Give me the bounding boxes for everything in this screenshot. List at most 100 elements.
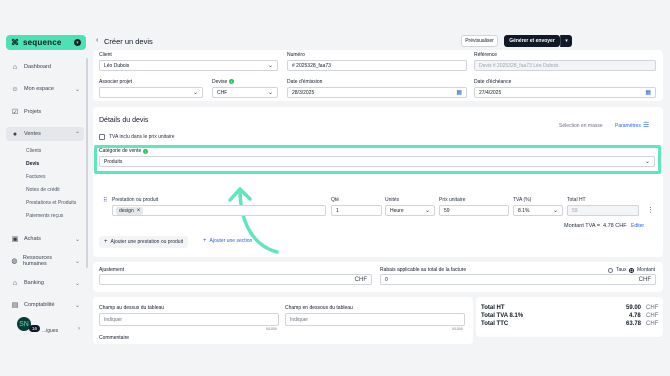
- prix-input[interactable]: 59: [439, 205, 509, 216]
- rabais-label: Rabais applicable au total de la facture: [380, 267, 467, 273]
- champ-dessous-textarea[interactable]: Indiquer: [285, 313, 465, 326]
- champ-dessus-textarea[interactable]: Indiquer: [99, 313, 279, 326]
- sidebar-subitem-devis[interactable]: Devis: [26, 161, 39, 167]
- unite-select[interactable]: Heure ⌄: [385, 205, 435, 216]
- sidebar-item-label: Banking: [24, 280, 44, 286]
- parameters-link[interactable]: Paramètres: [615, 123, 641, 129]
- montant-label: Montant: [637, 267, 656, 273]
- sidebar-item-projets[interactable]: ☑ Projets: [6, 105, 84, 119]
- client-select[interactable]: Léo Dubois ⌄: [99, 60, 278, 71]
- more-options-chevron-icon[interactable]: ▾: [560, 35, 572, 47]
- sidebar-item-label: Achats: [24, 236, 41, 242]
- tva-inclusive-checkbox[interactable]: TVA inclu dans le prix unitaire: [99, 134, 175, 140]
- radio-selected-icon[interactable]: [629, 267, 634, 273]
- sidebar-item-rh[interactable]: ◍ Ressources humaines ⌄: [6, 254, 84, 268]
- calendar-icon[interactable]: ▦: [456, 89, 462, 96]
- money-bag-icon: ●: [12, 130, 18, 138]
- ajustement-input[interactable]: CHF: [99, 274, 372, 285]
- reference-value: Devis # 2025328_faa73 Léo Dubois: [479, 62, 559, 69]
- calendar-icon[interactable]: ▦: [645, 89, 651, 96]
- preview-button[interactable]: Prévisualiser: [461, 35, 498, 47]
- qte-input[interactable]: 1: [331, 205, 382, 216]
- menu-lines-icon[interactable]: ☰: [643, 121, 649, 129]
- sidebar-item-ventes[interactable]: ● Ventes ⌃: [6, 127, 84, 141]
- sidebar: ⌘ sequence ▾ ⌂ Dashboard ☺ Mon espace ⌄ …: [0, 0, 89, 376]
- add-section-link[interactable]: + Ajouter une section: [203, 238, 252, 244]
- sidebar-subitem-paiements[interactable]: Paiements reçus: [26, 213, 63, 219]
- tva-select[interactable]: 8.1% ⌄: [513, 205, 563, 216]
- rabais-value: 0: [385, 276, 388, 283]
- montant-tva: Montant TVA = 4.78 CHF: [564, 223, 627, 229]
- ajustement-label: Ajustement: [99, 267, 125, 273]
- close-icon[interactable]: ×: [137, 208, 141, 214]
- montant-radio[interactable]: Montant: [629, 267, 655, 273]
- bank-icon: ⌂: [12, 279, 18, 287]
- edit-tva-link[interactable]: Editer: [631, 223, 644, 229]
- champ-dessus-counter: 0/1000: [266, 327, 277, 331]
- projet-select[interactable]: ⌄: [99, 87, 203, 98]
- emission-label: Date d'émission: [287, 79, 323, 85]
- champ-dessus-placeholder: Indiquer: [104, 316, 123, 323]
- taux-radio[interactable]: Taux: [608, 267, 627, 273]
- total-ht-value: 59: [572, 207, 578, 214]
- col-unites: Unités: [385, 197, 400, 203]
- col-prix: Prix unitaire: [439, 197, 466, 203]
- back-arrow-icon[interactable]: ‹: [96, 37, 98, 44]
- numero-field[interactable]: # 2025328_faa73: [287, 60, 467, 71]
- sidebar-item-comptabilite[interactable]: ▤ Comptabilité ⌄: [6, 298, 84, 312]
- sidebar-item-dashboard[interactable]: ⌂ Dashboard: [6, 60, 84, 74]
- page-title: Créer un devis: [104, 37, 153, 46]
- reference-field[interactable]: Devis # 2025328_faa73 Léo Dubois: [474, 60, 656, 71]
- emission-date-field[interactable]: 28/3/2025 ▦: [287, 87, 467, 98]
- total-ht-amount: 59.00: [626, 305, 642, 311]
- info-icon[interactable]: i: [228, 79, 234, 84]
- echeance-value: 27/4/2025: [479, 89, 502, 96]
- devise-value: CHF: [217, 89, 228, 96]
- more-vertical-icon[interactable]: ⋮: [647, 206, 654, 214]
- total-tva-currency: CHF: [646, 313, 659, 319]
- chevron-down-icon[interactable]: ▾: [74, 39, 81, 46]
- sidebar-subitem-factures[interactable]: Factures: [26, 174, 45, 180]
- projet-label: Associer projet: [99, 79, 133, 85]
- sidebar-subitem-prestations[interactable]: Prestations et Produits: [26, 200, 76, 206]
- radio-icon[interactable]: [608, 267, 613, 273]
- total-tva-label: Total TVA 8.1%: [481, 313, 524, 319]
- sidebar-subitem-clients[interactable]: Clients: [26, 148, 41, 154]
- chevron-right-icon[interactable]: ›: [78, 326, 80, 332]
- generate-send-button[interactable]: Générer et envoyer: [504, 35, 560, 47]
- client-value: Léo Dubois: [104, 62, 130, 69]
- sidebar-scrollbar[interactable]: [86, 58, 88, 268]
- chevron-down-icon: ⌄: [192, 90, 198, 96]
- total-ht-label: Total HT: [481, 305, 505, 311]
- chevron-down-icon: ⌄: [74, 258, 80, 265]
- sidebar-item-label: Dashboard: [24, 64, 51, 70]
- montant-tva-label: Montant TVA =: [564, 223, 601, 229]
- col-prestation: Prestation ou produit: [112, 197, 159, 203]
- sidebar-item-banking[interactable]: ⌂ Banking ⌄: [6, 276, 84, 290]
- total-ttc-label: Total TTC: [481, 321, 509, 327]
- sidebar-subitem-notes-credit[interactable]: Notes de crédit: [26, 187, 60, 193]
- numero-label: Numéro: [287, 52, 305, 58]
- brand-logo[interactable]: ⌘ sequence ▾: [6, 35, 86, 50]
- product-tag[interactable]: design ×: [116, 207, 144, 215]
- add-product-button[interactable]: + Ajouter une prestation ou produit: [99, 236, 189, 248]
- prestation-field[interactable]: [112, 205, 326, 216]
- checkbox-icon[interactable]: [99, 134, 105, 140]
- champ-dessous-counter: 0/1000: [452, 327, 463, 331]
- plus-icon: +: [104, 239, 108, 245]
- drag-handle-icon[interactable]: ⠿: [103, 197, 107, 204]
- tva-value: 8.1%: [518, 207, 530, 214]
- rabais-input[interactable]: 0 CHF: [380, 274, 656, 285]
- echeance-label: Date d'échéance: [474, 79, 512, 85]
- prix-value: 59: [444, 207, 450, 214]
- sidebar-item-achats[interactable]: ▣ Achats ⌄: [6, 232, 84, 246]
- sidebar-item-mon-espace[interactable]: ☺ Mon espace ⌄: [6, 82, 84, 96]
- details-title: Détails du devis: [99, 117, 149, 124]
- devise-select[interactable]: CHF ⌄: [212, 87, 278, 98]
- sidebar-item-label: Ventes: [24, 131, 41, 137]
- bulk-selection-link[interactable]: Sélection en masse: [559, 123, 603, 129]
- qte-value: 1: [336, 207, 339, 214]
- unite-value: Heure: [390, 207, 404, 214]
- echeance-date-field[interactable]: 27/4/2025 ▦: [474, 87, 656, 98]
- user-name: ...igues: [42, 328, 59, 334]
